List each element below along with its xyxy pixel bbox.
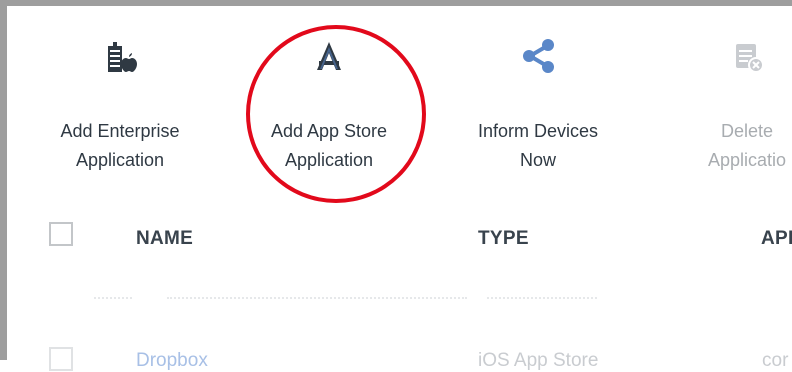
app-name-link[interactable]: Dropbox [136, 350, 208, 372]
app-api-cell: cor [762, 350, 789, 371]
inform-devices-now-button[interactable]: Inform Devices Now [443, 6, 633, 186]
add-app-store-application-button[interactable]: Add App Store Application [234, 6, 424, 186]
delete-application-button[interactable]: Delete Applicatio [652, 6, 792, 186]
column-header-name[interactable]: NAME [136, 228, 193, 250]
add-enterprise-application-label: Add Enterprise Application [60, 121, 180, 170]
inform-devices-now-label: Inform Devices Now [477, 121, 599, 170]
add-enterprise-app-icon [108, 42, 137, 72]
delete-app-icon [736, 44, 764, 73]
column-header-type[interactable]: TYPE [478, 228, 529, 250]
add-app-store-application-label: Add App Store Application [270, 121, 388, 170]
share-icon [523, 39, 554, 73]
row-separator [487, 297, 597, 299]
column-header-api[interactable]: API [761, 228, 792, 250]
row-checkbox[interactable] [49, 347, 73, 371]
row-separator [167, 297, 467, 299]
app-window: Add Enterprise Application Add App Store… [0, 0, 792, 371]
row-separator [94, 297, 132, 299]
app-type-cell: iOS App Store [478, 350, 599, 371]
select-all-checkbox[interactable] [49, 222, 73, 246]
delete-application-label: Delete Applicatio [707, 121, 787, 170]
add-enterprise-application-button[interactable]: Add Enterprise Application [25, 6, 215, 186]
app-store-icon [317, 42, 341, 70]
